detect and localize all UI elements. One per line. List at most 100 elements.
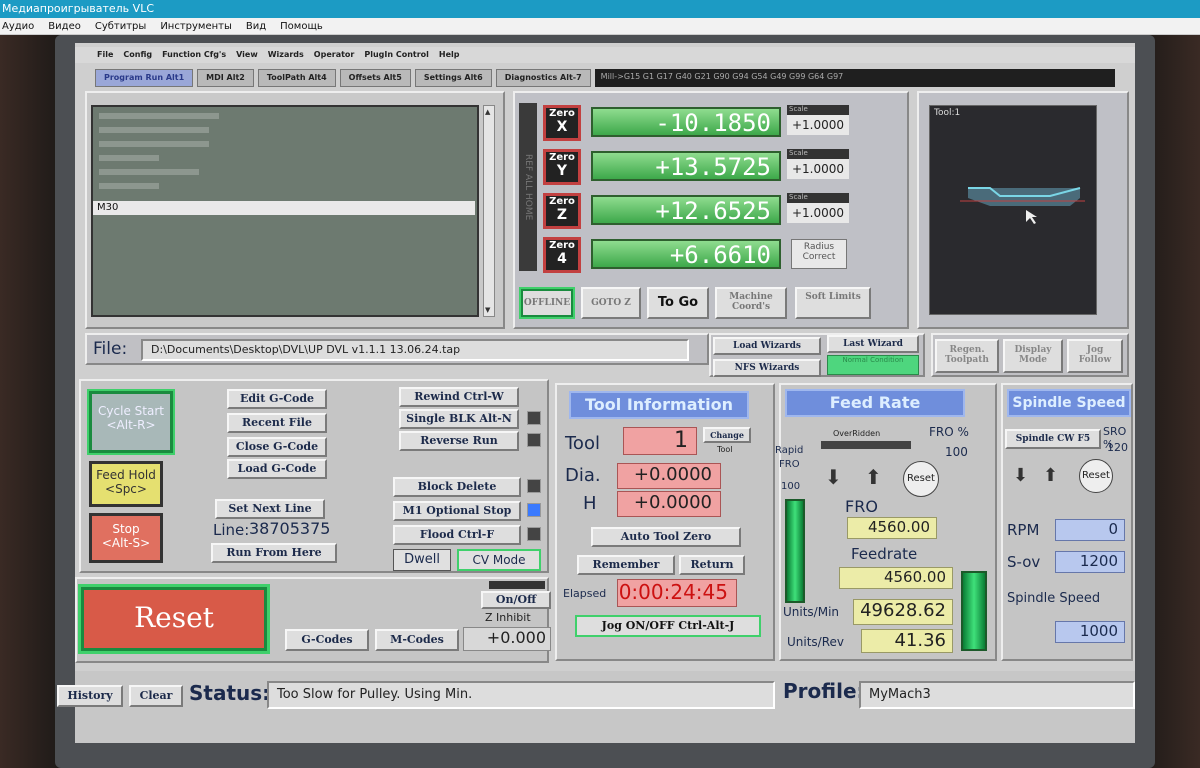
display-mode-button[interactable]: Display Mode [1003,339,1063,373]
dro-x[interactable]: -10.1850 [591,107,781,137]
run-from-here-button[interactable]: Run From Here [211,543,337,563]
last-wizard-button[interactable]: Last Wizard [827,335,919,353]
gcodes-button[interactable]: G-Codes [285,629,369,651]
status-label: Status: [189,681,271,705]
mach-menu-help[interactable]: Help [439,47,460,63]
radius-correct-button[interactable]: Radius Correct [791,239,847,269]
menu-tools[interactable]: Инструменты [160,18,232,34]
scale-z[interactable]: +1.0000 [787,203,849,223]
tab-settings[interactable]: Settings Alt6 [414,69,492,87]
elapsed-label: Elapsed [563,587,607,600]
tool-number[interactable]: 1 [623,427,697,455]
mach-menu-plugin[interactable]: PlugIn Control [364,47,429,63]
tool-height[interactable]: +0.0000 [617,491,721,517]
sro-reset-button[interactable]: Reset [1079,459,1113,493]
load-wizards-button[interactable]: Load Wizards [713,337,821,355]
fro-value[interactable]: 4560.00 [847,517,937,539]
scale-x[interactable]: +1.0000 [787,115,849,135]
remember-button[interactable]: Remember [577,555,675,575]
spindle-speed-value[interactable]: 1000 [1055,621,1125,643]
sro-down-icon[interactable]: ⬇ [1013,465,1037,489]
edit-gcode-button[interactable]: Edit G-Code [227,389,327,409]
clear-button[interactable]: Clear [129,685,183,707]
auto-tool-zero-button[interactable]: Auto Tool Zero [591,527,741,547]
sro-up-icon[interactable]: ⬆ [1043,465,1067,489]
tab-mdi[interactable]: MDI Alt2 [197,69,254,87]
close-gcode-button[interactable]: Close G-Code [227,437,327,457]
toolpath-view[interactable]: Tool:1 [929,105,1097,315]
mach-menu-function[interactable]: Function Cfg's [162,47,226,63]
scale-y[interactable]: +1.0000 [787,159,849,179]
units-rev-label: Units/Rev [787,635,845,649]
soft-limits-button[interactable]: Soft Limits [795,287,871,319]
mach-menu-view[interactable]: View [236,47,258,63]
z-inhibit-onoff-button[interactable]: On/Off [481,591,551,609]
tool-diameter[interactable]: +0.0000 [617,463,721,489]
block-delete-button[interactable]: Block Delete [393,477,521,497]
tab-toolpath[interactable]: ToolPath Alt4 [257,69,336,87]
scroll-down-icon[interactable]: ▼ [485,306,493,314]
reset-button[interactable]: Reset [78,584,270,654]
mach-menu-wizards[interactable]: Wizards [268,47,304,63]
history-button[interactable]: History [57,685,123,707]
gcode-listing[interactable]: M30 [91,105,479,317]
file-path-field[interactable]: D:\Documents\Desktop\DVL\UP DVL v1.1.1 1… [141,339,689,361]
fro-down-icon[interactable]: ⬇ [825,465,851,491]
z-inhibit-value[interactable]: +0.000 [463,627,551,651]
ref-all-home-button[interactable]: REF ALL HOME [519,103,537,271]
scroll-up-icon[interactable]: ▲ [485,108,493,116]
load-gcode-button[interactable]: Load G-Code [227,459,327,479]
gcode-scrollbar[interactable]: ▲ ▼ [483,105,495,317]
change-tool-button[interactable]: Change [703,427,751,443]
dro-y[interactable]: +13.5725 [591,151,781,181]
nfs-wizards-button[interactable]: NFS Wizards [713,359,821,377]
spindle-speed-label: Spindle Speed [1007,591,1101,606]
m1-optional-stop-button[interactable]: M1 Optional Stop [393,501,521,521]
mach-menu-operator[interactable]: Operator [314,47,355,63]
menu-view[interactable]: Вид [246,18,266,34]
modal-gcode-line: Mill->G15 G1 G17 G40 G21 G90 G94 G54 G49… [594,69,1115,87]
rapid-slider[interactable] [785,499,805,603]
fro-reset-button[interactable]: Reset [903,461,939,497]
dro-4[interactable]: +6.6610 [591,239,781,269]
jog-onoff-button[interactable]: Jog ON/OFF Ctrl-Alt-J [575,615,761,637]
recent-file-button[interactable]: Recent File [227,413,327,433]
return-button[interactable]: Return [679,555,745,575]
set-next-line-button[interactable]: Set Next Line [215,499,325,519]
sro-value: 120 [1107,441,1128,454]
feed-override-slider[interactable] [961,571,987,651]
line-value[interactable]: 38705375 [249,519,330,539]
mach-menu-file[interactable]: File [97,47,113,63]
rpm-label: RPM [1007,521,1040,539]
tab-diagnostics[interactable]: Diagnostics Alt-7 [495,69,591,87]
zero-4-button[interactable]: Zero 4 [543,237,581,273]
stop-button[interactable]: Stop <Alt-S> [89,513,163,563]
to-go-button[interactable]: To Go [647,287,709,319]
feed-hold-button[interactable]: Feed Hold <Spc> [89,461,163,507]
feedrate-value[interactable]: 4560.00 [839,567,953,589]
tab-offsets[interactable]: Offsets Alt5 [339,69,411,87]
regen-toolpath-button[interactable]: Regen. Toolpath [935,339,999,373]
menu-video[interactable]: Видео [48,18,81,34]
cycle-start-button[interactable]: Cycle Start <Alt-R> [87,389,175,455]
flood-button[interactable]: Flood Ctrl-F [393,525,521,545]
dro-z[interactable]: +12.6525 [591,195,781,225]
mach-menu-config[interactable]: Config [123,47,152,63]
offline-button[interactable]: OFFLINE [519,287,575,319]
tab-program-run[interactable]: Program Run Alt1 [95,69,194,87]
zero-x-button[interactable]: Zero X [543,105,581,141]
single-block-button[interactable]: Single BLK Alt-N [399,409,519,429]
menu-subtitles[interactable]: Субтитры [95,18,146,34]
jog-follow-button[interactable]: Jog Follow [1067,339,1123,373]
goto-z-button[interactable]: GOTO Z [581,287,641,319]
menu-audio[interactable]: Аудио [2,18,34,34]
spindle-cw-button[interactable]: Spindle CW F5 [1005,429,1101,449]
mcodes-button[interactable]: M-Codes [375,629,459,651]
zero-y-button[interactable]: Zero Y [543,149,581,185]
fro-up-icon[interactable]: ⬆ [865,465,891,491]
zero-z-button[interactable]: Zero Z [543,193,581,229]
menu-help[interactable]: Помощь [280,18,323,34]
reverse-run-button[interactable]: Reverse Run [399,431,519,451]
rewind-button[interactable]: Rewind Ctrl-W [399,387,519,407]
machine-coords-button[interactable]: Machine Coord's [715,287,787,319]
